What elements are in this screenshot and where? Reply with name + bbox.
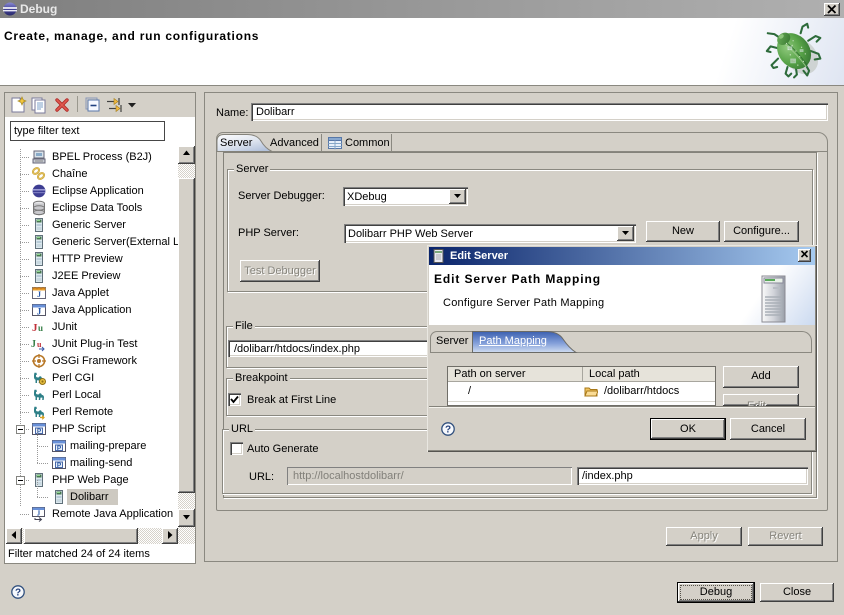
svg-text:J: J: [37, 510, 41, 518]
svg-text:u: u: [37, 340, 42, 349]
svg-text:P: P: [57, 462, 62, 469]
svg-text:J: J: [37, 307, 42, 317]
svg-text:?: ?: [445, 425, 451, 436]
svg-text:u: u: [38, 323, 43, 333]
svg-text:P: P: [57, 445, 62, 452]
svg-text:J: J: [37, 290, 41, 299]
svg-text:?: ?: [15, 588, 21, 599]
svg-text:J: J: [31, 339, 36, 350]
